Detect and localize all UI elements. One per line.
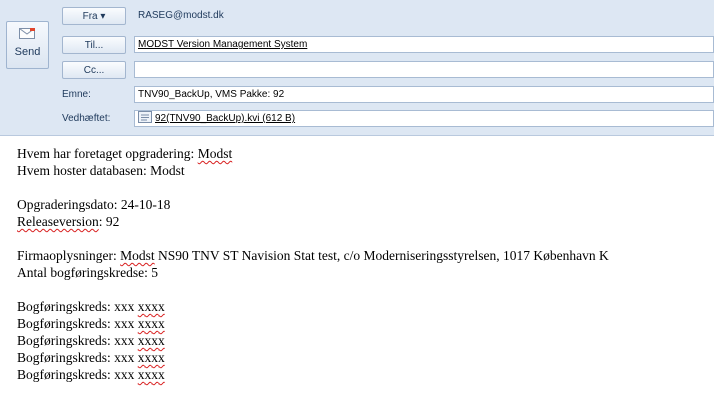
to-recipient[interactable]: MODST Version Management System <box>138 39 307 50</box>
attachment-field[interactable]: 92(TNV90_BackUp).kvi (612 B) <box>134 110 714 127</box>
body-line: Hvem har foretaget opgradering: Modst <box>17 146 233 161</box>
cc-button[interactable]: Cc... <box>62 61 126 79</box>
message-header: Send Fra ▾ RASEG@modst.dk Til... MODST V… <box>0 0 714 136</box>
from-value: RASEG@modst.dk <box>138 10 224 21</box>
subject-field[interactable]: TNV90_BackUp, VMS Pakke: 92 <box>134 86 714 103</box>
send-label: Send <box>14 46 41 58</box>
from-button[interactable]: Fra ▾ <box>62 7 126 25</box>
to-button[interactable]: Til... <box>62 36 126 54</box>
kreds-line: Bogføringskreds: xxx xxxx <box>17 367 165 382</box>
kreds-line: Bogføringskreds: xxx xxxx <box>17 350 165 365</box>
attachment-label: Vedhæftet: <box>62 113 111 124</box>
kreds-line: Bogføringskreds: xxx xxxx <box>17 299 165 314</box>
attachment-file-icon <box>138 111 152 124</box>
body-line: Antal bogføringskredse: 5 <box>17 265 158 280</box>
attachment-link[interactable]: 92(TNV90_BackUp).kvi (612 B) <box>155 113 295 124</box>
envelope-icon <box>19 28 35 39</box>
body-line: Releaseversion: 92 <box>17 214 120 229</box>
subject-label: Emne: <box>62 89 91 100</box>
kreds-line: Bogføringskreds: xxx xxxx <box>17 333 165 348</box>
send-button[interactable]: Send <box>6 21 49 69</box>
kreds-line: Bogføringskreds: xxx xxxx <box>17 316 165 331</box>
to-field[interactable]: MODST Version Management System <box>134 36 714 53</box>
body-line: Firmaoplysninger: Modst NS90 TNV ST Navi… <box>17 248 609 263</box>
body-line: Hvem hoster databasen: Modst <box>17 163 185 178</box>
message-body[interactable]: Hvem har foretaget opgradering: Modst Hv… <box>17 145 707 383</box>
cc-field[interactable] <box>134 61 714 78</box>
body-line: Opgraderingsdato: 24-10-18 <box>17 197 171 212</box>
